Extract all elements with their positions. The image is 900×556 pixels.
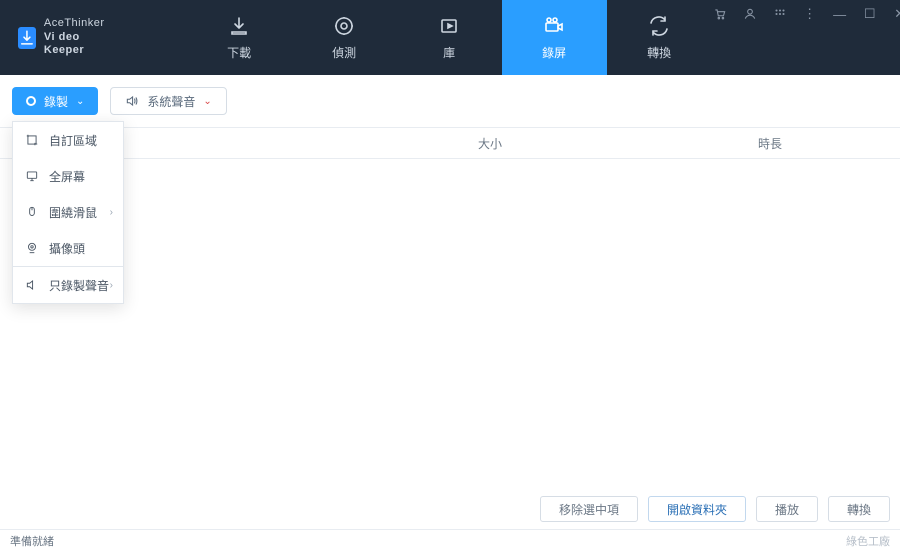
chevron-down-icon: ⌄ (76, 96, 84, 107)
system-sound-label: 系統聲音 (147, 93, 195, 110)
chevron-down-icon: ⌄ (203, 96, 211, 107)
nav-detect-label: 偵測 (332, 44, 356, 61)
column-size[interactable]: 大小 (460, 135, 740, 152)
record-button[interactable]: 錄製 ⌄ (12, 87, 98, 115)
nav-download[interactable]: 下載 (187, 0, 292, 75)
dropdown-item-webcam[interactable]: 攝像頭 (13, 230, 123, 266)
status-text: 準備就緒 (10, 533, 54, 549)
dropdown-label: 圍繞滑鼠 (49, 204, 97, 221)
dropdown-label: 全屏幕 (49, 168, 85, 185)
remove-selected-button[interactable]: 移除選中項 (540, 496, 638, 522)
dropdown-label: 只錄製聲音 (49, 277, 109, 294)
brand-top: AceThinker (44, 17, 109, 31)
speaker-icon (125, 94, 139, 108)
minimize-icon[interactable]: — (832, 6, 848, 22)
mouse-icon (25, 205, 39, 219)
app-logo: AceThinker Vi deo Keeper (0, 0, 127, 75)
nav-record[interactable]: 錄屏 (502, 0, 607, 75)
nav-detect[interactable]: 偵測 (292, 0, 397, 75)
cart-icon[interactable] (712, 6, 728, 22)
webcam-icon (25, 241, 39, 255)
dropdown-item-fullscreen[interactable]: 全屏幕 (13, 158, 123, 194)
open-folder-button[interactable]: 開啟資料夾 (648, 496, 746, 522)
dropdown-item-custom-region[interactable]: 自訂區域 (13, 122, 123, 158)
record-mode-dropdown: 自訂區域 全屏幕 圍繞滑鼠 › 攝像頭 只錄製聲音 › (12, 121, 124, 304)
maximize-icon[interactable]: ☐ (862, 6, 878, 22)
status-bar: 準備就緒 綠色工廠 (0, 529, 900, 551)
app-title: AceThinker Vi deo Keeper (44, 17, 109, 58)
more-icon[interactable]: ⋮ (802, 6, 818, 22)
brand-bottom: Vi deo Keeper (44, 31, 109, 59)
nav-library[interactable]: 庫 (397, 0, 502, 75)
user-icon[interactable] (742, 6, 758, 22)
nav-download-label: 下載 (227, 44, 251, 61)
monitor-icon (25, 169, 39, 183)
toolbar: 錄製 ⌄ 系統聲音 ⌄ 自訂區域 全屏幕 圍繞滑鼠 › 攝像頭 只錄製聲音 › (0, 75, 900, 127)
convert-button[interactable]: 轉換 (828, 496, 890, 522)
close-icon[interactable]: ✕ (892, 6, 900, 22)
list-body (0, 159, 900, 489)
window-controls: ⋮ — ☐ ✕ (712, 0, 900, 22)
nav-convert[interactable]: 轉換 (607, 0, 712, 75)
logo-icon (18, 27, 36, 49)
audio-icon (25, 278, 39, 292)
dropdown-item-around-mouse[interactable]: 圍繞滑鼠 › (13, 194, 123, 230)
column-duration[interactable]: 時長 (740, 135, 900, 152)
crop-icon (25, 133, 39, 147)
title-bar: AceThinker Vi deo Keeper 下載 偵測 庫 錄屏 轉換 ⋮ (0, 0, 900, 75)
nav-record-label: 錄屏 (542, 44, 566, 61)
main-nav: 下載 偵測 庫 錄屏 轉換 (187, 0, 712, 75)
system-sound-button[interactable]: 系統聲音 ⌄ (110, 87, 226, 115)
menu-grid-icon[interactable] (772, 6, 788, 22)
chevron-right-icon: › (110, 207, 113, 218)
list-header: 大小 時長 (0, 127, 900, 159)
footer-buttons: 移除選中項 開啟資料夾 播放 轉換 (0, 489, 900, 529)
nav-convert-label: 轉換 (647, 44, 671, 61)
record-button-label: 錄製 (44, 93, 68, 110)
watermark-text: 綠色工廠 (846, 533, 890, 549)
dropdown-label: 攝像頭 (49, 240, 85, 257)
chevron-right-icon: › (110, 280, 113, 291)
dropdown-item-audio-only[interactable]: 只錄製聲音 › (13, 267, 123, 303)
dropdown-label: 自訂區域 (49, 132, 97, 149)
nav-library-label: 庫 (443, 44, 455, 61)
record-dot-icon (26, 96, 36, 106)
play-button[interactable]: 播放 (756, 496, 818, 522)
